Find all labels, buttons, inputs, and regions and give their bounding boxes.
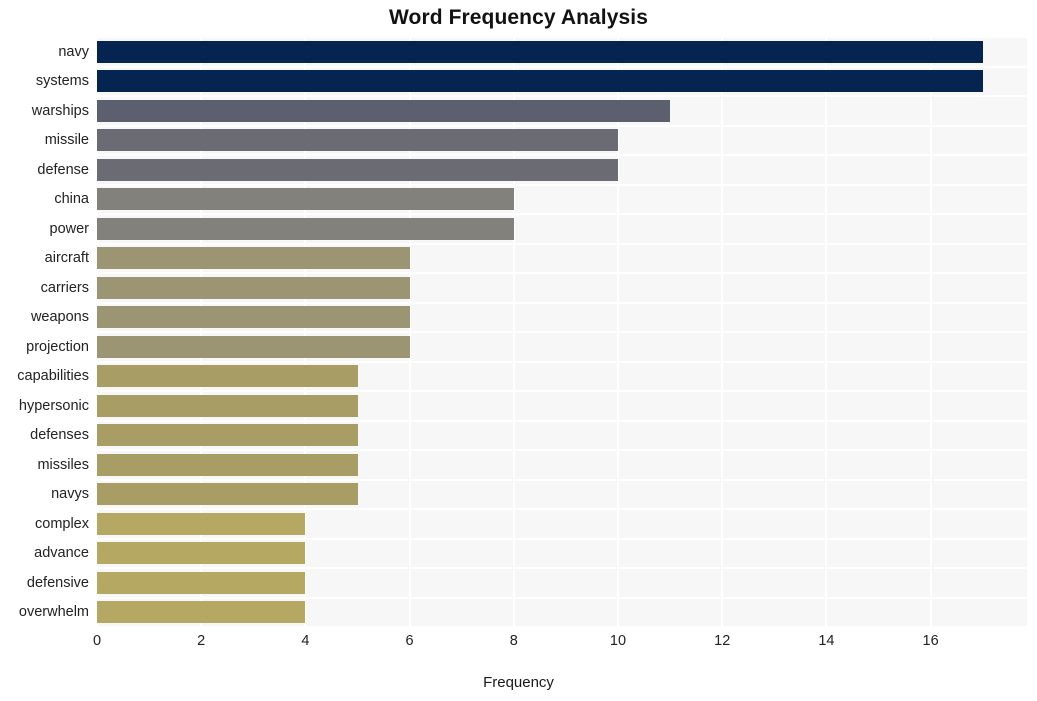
- x-tick-label: 10: [609, 633, 627, 649]
- y-tick-label: aircraft: [44, 250, 89, 267]
- y-tick-label: defenses: [30, 427, 89, 444]
- y-tick-label: navy: [58, 43, 89, 60]
- y-axis-tick-labels: navy systems warships missile defense china po…: [0, 37, 1037, 627]
- x-tick-label: 6: [405, 633, 414, 649]
- x-tick-label: 16: [922, 633, 939, 649]
- y-tick-label: missiles: [37, 456, 89, 473]
- x-tick-label: 0: [92, 633, 102, 649]
- y-tick-label: missile: [44, 132, 89, 149]
- y-tick-label: navys: [51, 486, 89, 503]
- y-tick-label: systems: [35, 73, 89, 90]
- y-tick-label: china: [54, 191, 89, 208]
- x-axis-title: Frequency: [483, 674, 554, 691]
- y-tick-label: overwhelm: [18, 604, 89, 621]
- y-tick-label: advance: [34, 545, 89, 562]
- x-tick-label: 4: [301, 633, 310, 649]
- y-tick-label: power: [49, 220, 90, 237]
- y-tick-label: carriers: [40, 279, 89, 296]
- x-tick-label: 14: [818, 633, 835, 649]
- x-tick-label: 8: [509, 633, 518, 649]
- chart-title: Word Frequency Analysis: [388, 6, 649, 29]
- y-tick-label: weapons: [30, 309, 89, 326]
- chart-figure: Word Frequency Analysis navy systems warsh…: [0, 0, 1037, 701]
- y-tick-label: projection: [26, 338, 89, 355]
- y-tick-label: defense: [37, 161, 89, 178]
- y-tick-label: capabilities: [17, 368, 89, 385]
- x-axis-tick-labels: 0 2 4 6 8 10 12 14 16: [0, 633, 1037, 659]
- y-tick-label: defensive: [26, 574, 89, 591]
- x-tick-label: 2: [197, 633, 206, 649]
- y-tick-label: hypersonic: [18, 397, 89, 414]
- x-tick-label: 12: [714, 633, 731, 649]
- y-tick-label: warships: [31, 102, 89, 119]
- y-tick-label: complex: [35, 515, 89, 532]
